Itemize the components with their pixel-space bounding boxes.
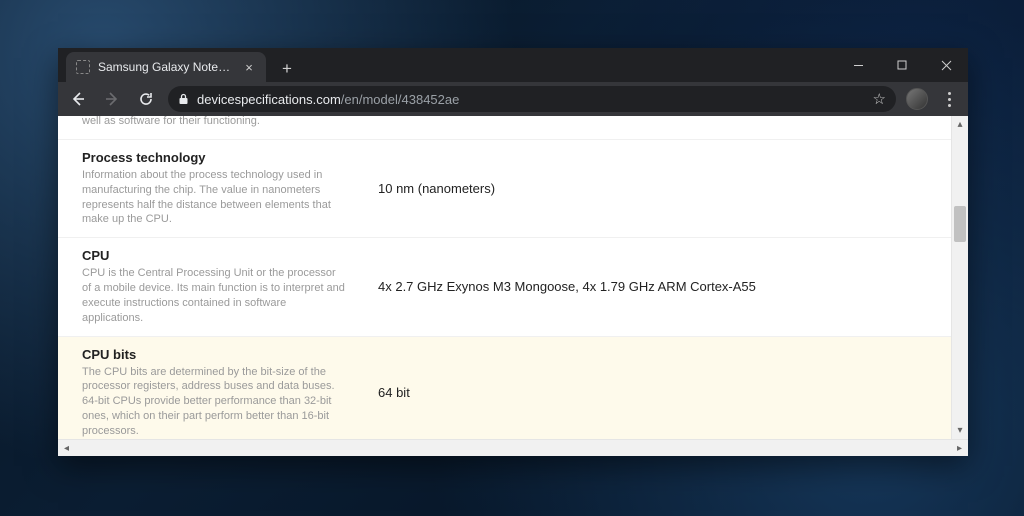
tab-strip: Samsung Galaxy Note10 Lite - Sp × + bbox=[58, 48, 968, 82]
spec-label-cell: CPU CPU is the Central Processing Unit or… bbox=[58, 238, 358, 335]
back-button[interactable] bbox=[66, 87, 90, 111]
browser-tab[interactable]: Samsung Galaxy Note10 Lite - Sp × bbox=[66, 52, 266, 82]
browser-window: Samsung Galaxy Note10 Lite - Sp × + bbox=[58, 48, 968, 456]
spec-description: Information about the process technology… bbox=[82, 168, 346, 227]
url-domain: devicespecifications.com bbox=[197, 92, 341, 107]
horizontal-scrollbar[interactable]: ◂ ▸ bbox=[58, 439, 968, 456]
spec-row: CPU CPU is the Central Processing Unit or… bbox=[58, 238, 951, 336]
spec-label-cell: Process technology Information about the … bbox=[58, 140, 358, 237]
new-tab-button[interactable]: + bbox=[274, 56, 300, 82]
spec-term: CPU bits bbox=[82, 347, 346, 362]
tab-title: Samsung Galaxy Note10 Lite - Sp bbox=[98, 60, 234, 74]
url-path: /en/model/438452ae bbox=[341, 92, 460, 107]
page-viewport[interactable]: well as software for their functioning. P… bbox=[58, 116, 951, 439]
scroll-up-arrow-icon[interactable]: ▴ bbox=[952, 116, 968, 133]
tab-favicon bbox=[76, 60, 90, 74]
bookmark-star-icon[interactable]: ☆ bbox=[873, 90, 886, 108]
window-maximize-button[interactable] bbox=[880, 48, 924, 82]
browser-menu-button[interactable] bbox=[938, 92, 960, 107]
forward-button[interactable] bbox=[100, 87, 124, 111]
window-minimize-button[interactable] bbox=[836, 48, 880, 82]
spec-description: The CPU bits are determined by the bit-s… bbox=[82, 365, 346, 439]
profile-avatar[interactable] bbox=[906, 88, 928, 110]
spec-value-cell: 10 nm (nanometers) bbox=[358, 140, 951, 237]
scroll-left-arrow-icon[interactable]: ◂ bbox=[58, 440, 75, 456]
scroll-down-arrow-icon[interactable]: ▾ bbox=[952, 422, 968, 439]
window-close-button[interactable] bbox=[924, 48, 968, 82]
content-area: well as software for their functioning. P… bbox=[58, 116, 968, 439]
specs-table: well as software for their functioning. P… bbox=[58, 116, 951, 439]
spec-row: well as software for their functioning. bbox=[58, 116, 951, 140]
spec-value-cell bbox=[358, 116, 951, 139]
lock-icon bbox=[178, 93, 189, 105]
scroll-thumb[interactable] bbox=[954, 206, 966, 242]
spec-row: Process technology Information about the … bbox=[58, 140, 951, 238]
address-bar[interactable]: devicespecifications.com/en/model/438452… bbox=[168, 86, 896, 112]
url-text: devicespecifications.com/en/model/438452… bbox=[197, 92, 459, 107]
scroll-right-arrow-icon[interactable]: ▸ bbox=[951, 440, 968, 456]
tab-close-icon[interactable]: × bbox=[242, 60, 256, 74]
vertical-scrollbar[interactable]: ▴ ▾ bbox=[951, 116, 968, 439]
reload-button[interactable] bbox=[134, 87, 158, 111]
spec-description: well as software for their functioning. bbox=[82, 116, 346, 129]
spec-term: Process technology bbox=[82, 150, 346, 165]
spec-term: CPU bbox=[82, 248, 346, 263]
spec-label-cell: CPU bits The CPU bits are determined by t… bbox=[58, 337, 358, 439]
browser-toolbar: devicespecifications.com/en/model/438452… bbox=[58, 82, 968, 116]
spec-description: CPU is the Central Processing Unit or th… bbox=[82, 266, 346, 325]
spec-value-cell: 64 bit bbox=[358, 337, 951, 439]
spec-row: CPU bits The CPU bits are determined by t… bbox=[58, 337, 951, 439]
window-controls bbox=[836, 48, 968, 82]
spec-label-cell: well as software for their functioning. bbox=[58, 116, 358, 139]
spec-value-cell: 4x 2.7 GHz Exynos M3 Mongoose, 4x 1.79 G… bbox=[358, 238, 951, 335]
